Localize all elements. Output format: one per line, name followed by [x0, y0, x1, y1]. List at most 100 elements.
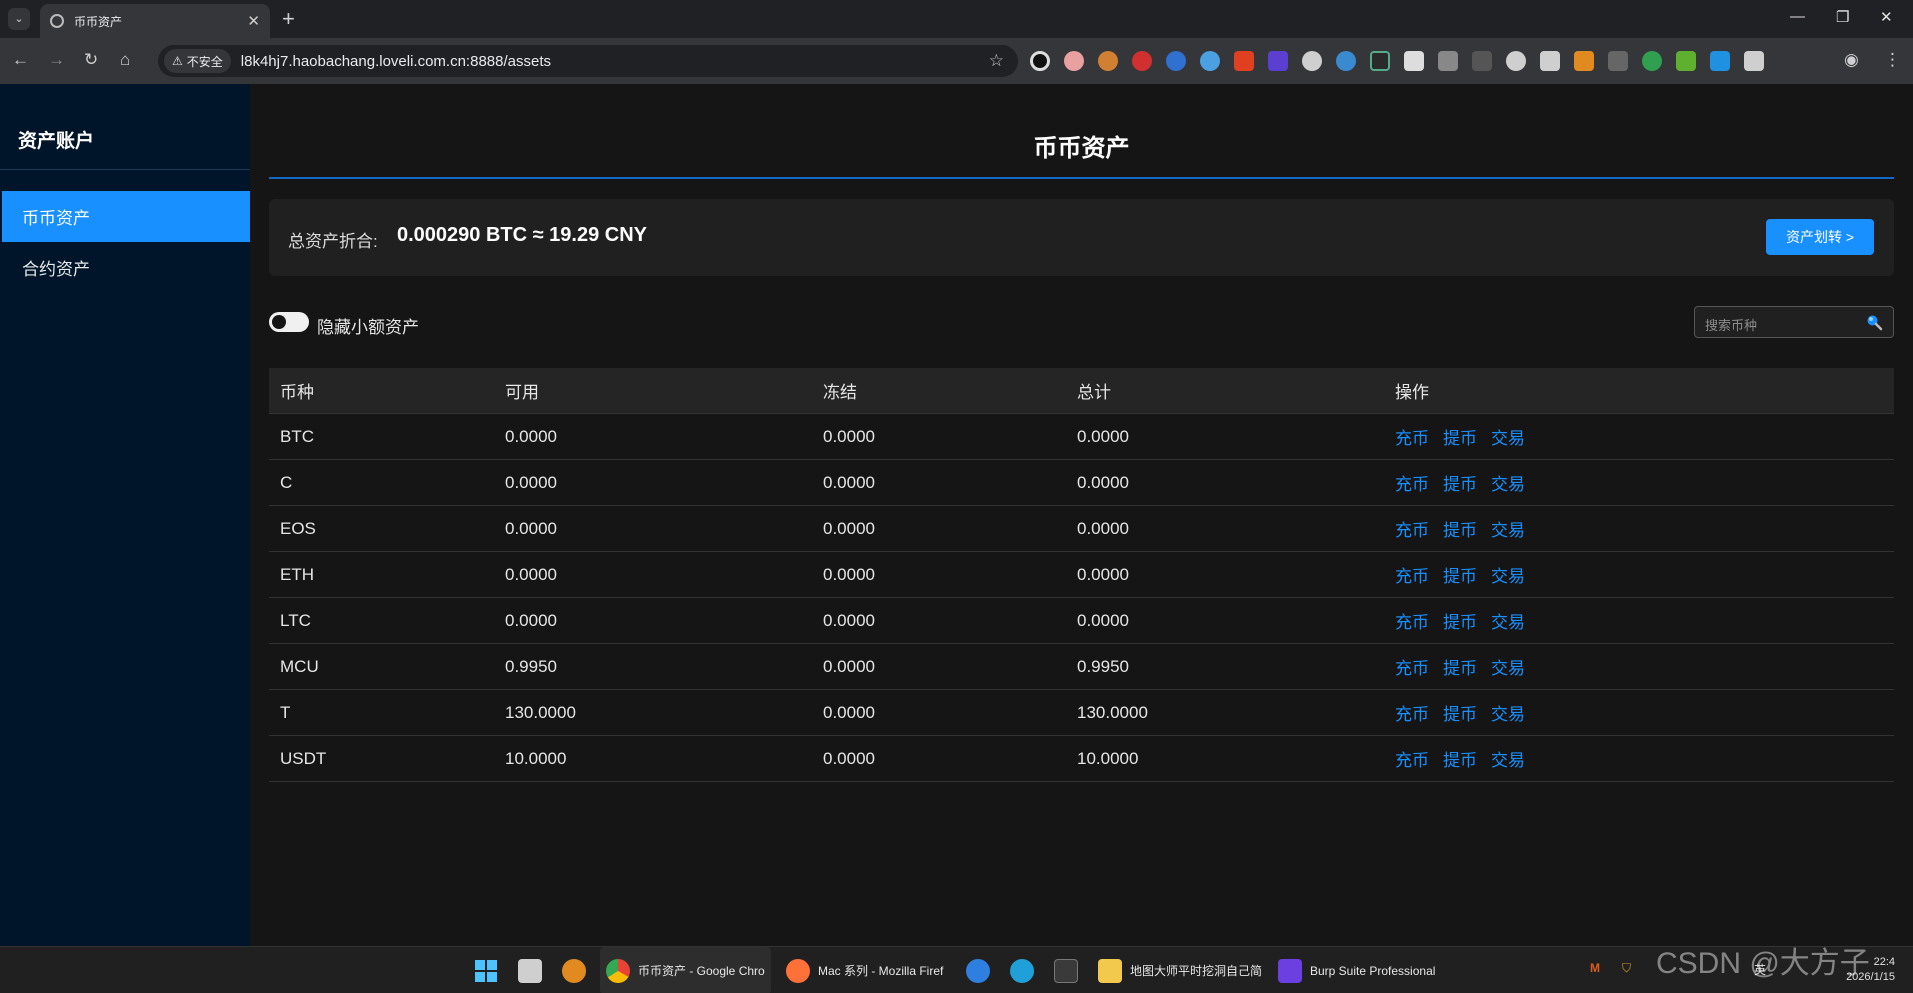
taskbar-chrome[interactable]: 币币资产 - Google Chro: [600, 947, 771, 993]
extension-icon[interactable]: [1200, 51, 1220, 71]
withdraw-link[interactable]: 提币: [1443, 613, 1477, 632]
minimize-icon[interactable]: —: [1790, 8, 1805, 25]
extension-icon[interactable]: [1506, 51, 1526, 71]
extension-icon[interactable]: [1710, 51, 1730, 71]
extension-icon[interactable]: [1234, 51, 1254, 71]
window-close-icon[interactable]: ✕: [1880, 8, 1893, 26]
taskbar-explorer[interactable]: 地图大师平时挖洞自己简: [1098, 947, 1262, 993]
row-actions: 充币 提币 交易: [1395, 654, 1539, 679]
extension-icon[interactable]: [1302, 51, 1322, 71]
menu-kebab-icon[interactable]: ⋮: [1884, 50, 1901, 70]
trade-link[interactable]: 交易: [1491, 613, 1525, 632]
warning-icon: ⚠: [172, 54, 183, 68]
home-icon[interactable]: ⌂: [120, 50, 130, 70]
url-text[interactable]: l8k4hj7.haobachang.loveli.com.cn:8888/as…: [241, 53, 989, 70]
csdn-watermark: CSDN @大方子: [1656, 947, 1870, 980]
taskbar-burp[interactable]: Burp Suite Professional: [1278, 947, 1435, 993]
start-button[interactable]: [474, 947, 498, 993]
search-taskbar-button[interactable]: [562, 947, 594, 993]
profile-icon[interactable]: ◉: [1844, 50, 1859, 70]
extensions-puzzle-icon[interactable]: [1744, 51, 1764, 71]
cell-coin: MCU: [280, 656, 319, 676]
back-icon[interactable]: ←: [12, 50, 29, 70]
address-bar[interactable]: ⚠ 不安全 l8k4hj7.haobachang.loveli.com.cn:8…: [158, 45, 1018, 77]
tab-title: 币币资产: [74, 14, 123, 29]
extension-icon[interactable]: [1608, 51, 1628, 71]
cell-available: 10.0000: [505, 748, 567, 768]
extension-icon[interactable]: [1404, 51, 1424, 71]
toggle-knob: [272, 315, 286, 329]
deposit-link[interactable]: 充币: [1395, 613, 1429, 632]
withdraw-link[interactable]: 提币: [1443, 659, 1477, 678]
taskbar-terminal[interactable]: [1054, 947, 1086, 993]
task-view-button[interactable]: [518, 947, 550, 993]
extension-icon[interactable]: [1676, 51, 1696, 71]
extension-icon[interactable]: [1166, 51, 1186, 71]
asset-transfer-button[interactable]: 资产划转 >: [1766, 219, 1874, 255]
page-title: 币币资产: [1033, 135, 1130, 162]
coin-search-input[interactable]: 搜索币种: [1694, 306, 1894, 338]
cell-available: 0.0000: [505, 518, 557, 538]
extension-icon[interactable]: [1132, 51, 1152, 71]
taskbar-edge[interactable]: [1010, 947, 1042, 993]
trade-link[interactable]: 交易: [1491, 705, 1525, 724]
trade-link[interactable]: 交易: [1491, 659, 1525, 678]
trade-link[interactable]: 交易: [1491, 521, 1525, 540]
withdraw-link[interactable]: 提币: [1443, 705, 1477, 724]
extension-icon[interactable]: [1098, 51, 1118, 71]
deposit-link[interactable]: 充币: [1395, 429, 1429, 448]
cell-total: 130.0000: [1077, 702, 1148, 722]
trade-link[interactable]: 交易: [1491, 475, 1525, 494]
deposit-link[interactable]: 充币: [1395, 521, 1429, 540]
row-actions: 充币 提币 交易: [1395, 516, 1539, 541]
header-frozen: 冻结: [823, 383, 857, 402]
sidebar-item-spot-assets[interactable]: 币币资产: [2, 191, 250, 242]
bookmark-star-icon[interactable]: ☆: [989, 51, 1004, 71]
close-tab-icon[interactable]: ✕: [247, 12, 260, 30]
extension-icon[interactable]: [1336, 51, 1356, 71]
deposit-link[interactable]: 充币: [1395, 659, 1429, 678]
deposit-link[interactable]: 充币: [1395, 751, 1429, 770]
trade-link[interactable]: 交易: [1491, 751, 1525, 770]
withdraw-link[interactable]: 提币: [1443, 521, 1477, 540]
sidebar: 资产账户 币币资产 合约资产: [0, 84, 250, 946]
forward-icon[interactable]: →: [48, 50, 65, 70]
windows-taskbar: 币币资产 - Google Chro Mac 系列 - Mozilla Fire…: [0, 946, 1913, 993]
header-total: 总计: [1077, 383, 1111, 402]
tray-m-icon[interactable]: M: [1590, 961, 1600, 975]
extension-icon[interactable]: [1642, 51, 1662, 71]
not-secure-badge[interactable]: ⚠ 不安全: [164, 49, 231, 73]
trade-link[interactable]: 交易: [1491, 429, 1525, 448]
withdraw-link[interactable]: 提币: [1443, 475, 1477, 494]
cell-available: 0.0000: [505, 472, 557, 492]
withdraw-link[interactable]: 提币: [1443, 429, 1477, 448]
extension-icon[interactable]: [1064, 51, 1084, 71]
extension-icon[interactable]: [1030, 51, 1050, 71]
taskbar-firefox[interactable]: Mac 系列 - Mozilla Firef: [786, 947, 943, 993]
extension-icon[interactable]: [1540, 51, 1560, 71]
extension-icon[interactable]: [1472, 51, 1492, 71]
taskbar-app[interactable]: [966, 947, 998, 993]
browser-tab-active[interactable]: 币币资产 ✕: [40, 4, 270, 38]
cell-frozen: 0.0000: [823, 610, 875, 630]
deposit-link[interactable]: 充币: [1395, 567, 1429, 586]
cell-frozen: 0.0000: [823, 656, 875, 676]
extension-icon[interactable]: [1574, 51, 1594, 71]
new-tab-button[interactable]: +: [282, 6, 295, 32]
tab-search-button[interactable]: ⌄: [8, 8, 30, 30]
extension-icon[interactable]: [1438, 51, 1458, 71]
withdraw-link[interactable]: 提币: [1443, 567, 1477, 586]
hide-small-assets-toggle[interactable]: [269, 312, 309, 332]
trade-link[interactable]: 交易: [1491, 567, 1525, 586]
extension-icon[interactable]: [1370, 51, 1390, 71]
sidebar-item-contract-assets[interactable]: 合约资产: [2, 242, 250, 293]
tray-shield-icon[interactable]: ⛉: [1622, 961, 1631, 976]
deposit-link[interactable]: 充币: [1395, 705, 1429, 724]
restore-icon[interactable]: ❐: [1836, 8, 1849, 26]
search-icon[interactable]: [1865, 313, 1883, 331]
reload-icon[interactable]: ↻: [84, 50, 98, 70]
withdraw-link[interactable]: 提币: [1443, 751, 1477, 770]
extension-icon[interactable]: [1268, 51, 1288, 71]
cell-coin: BTC: [280, 426, 314, 446]
deposit-link[interactable]: 充币: [1395, 475, 1429, 494]
